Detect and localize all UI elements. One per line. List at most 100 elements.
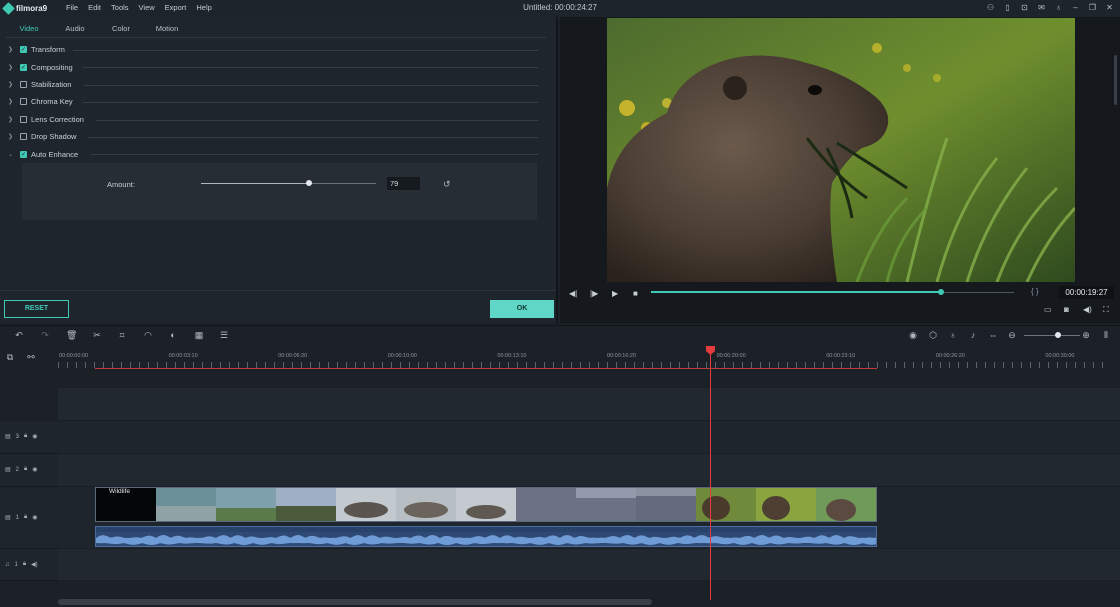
voiceover-icon[interactable]: ♁	[948, 330, 958, 340]
chevron-down-icon[interactable]: ⌄	[8, 151, 20, 158]
prev-frame-icon[interactable]: ◀|	[569, 289, 577, 298]
auto-enhance-settings	[22, 163, 537, 220]
eye-icon[interactable]: ◉	[32, 514, 37, 521]
audio-icon[interactable]: ♪	[968, 330, 978, 340]
audio-waveform[interactable]	[95, 526, 877, 547]
prop-auto-enhance[interactable]: ⌄ ✓ Auto Enhance	[8, 145, 538, 162]
reset-button[interactable]: RESET	[4, 300, 69, 318]
menu-edit[interactable]: Edit	[88, 3, 101, 12]
volume-icon[interactable]: ◀)	[1083, 305, 1092, 314]
add-track-icon[interactable]: ⧉	[5, 352, 15, 362]
lock-icon[interactable]: 🔒︎	[24, 466, 27, 473]
chevron-right-icon[interactable]: ❯	[8, 116, 20, 123]
marmot-video-frame	[607, 18, 1075, 282]
zoom-out-icon[interactable]: ⊖	[1007, 330, 1017, 340]
tab-video[interactable]: Video	[6, 22, 52, 38]
track-audio-1[interactable]	[58, 549, 1120, 581]
checkbox-lens-correction[interactable]	[20, 115, 27, 123]
video-track-icon: ▤	[5, 467, 11, 473]
redo-icon[interactable]: ↷	[40, 330, 50, 340]
snapshot-icon[interactable]: ◙	[1064, 305, 1069, 314]
crop-icon[interactable]: ⌗	[117, 330, 127, 340]
track-video-2[interactable]	[58, 454, 1120, 487]
menu-help[interactable]: Help	[196, 3, 211, 12]
reset-amount-icon[interactable]: ↺	[443, 179, 451, 190]
render-icon[interactable]: ◉	[908, 330, 918, 340]
divider	[83, 67, 538, 69]
delete-icon[interactable]: 🗑	[66, 330, 77, 340]
track-video-3[interactable]	[58, 421, 1120, 454]
zoom-slider[interactable]	[1024, 335, 1080, 336]
checkbox-transform[interactable]: ✓	[20, 46, 27, 54]
checkbox-drop-shadow[interactable]	[20, 133, 27, 141]
chevron-right-icon[interactable]: ❯	[8, 46, 20, 53]
eye-icon[interactable]: ◉	[32, 466, 37, 473]
fullscreen-icon[interactable]: ⛶	[1103, 305, 1109, 315]
zoom-handle[interactable]	[1055, 332, 1061, 338]
amount-input[interactable]: 79	[387, 177, 420, 190]
prop-stabilization[interactable]: ❯ Stabilization	[8, 76, 538, 93]
mail-icon[interactable]: ✉	[1037, 3, 1046, 12]
close-icon[interactable]: ✕	[1105, 3, 1114, 12]
lock-icon[interactable]: 🔒︎	[24, 514, 27, 521]
link-icon[interactable]: ⚯	[26, 352, 36, 362]
split-icon[interactable]: ✂	[92, 330, 102, 340]
menu-file[interactable]: File	[66, 3, 78, 12]
prop-drop-shadow[interactable]: ❯ Drop Shadow	[8, 128, 538, 145]
cart-icon[interactable]: ⊡	[1020, 3, 1029, 12]
chevron-right-icon[interactable]: ❯	[8, 133, 20, 140]
tab-color[interactable]: Color	[98, 22, 144, 38]
color-icon[interactable]: ◐	[168, 330, 178, 340]
amount-slider-handle[interactable]	[305, 180, 312, 186]
user-icon[interactable]: ⚇	[986, 3, 995, 12]
speaker-icon[interactable]: ◀)	[31, 561, 38, 568]
checkbox-compositing[interactable]: ✓	[20, 63, 27, 71]
columns-icon[interactable]: ⦀	[1101, 330, 1111, 340]
chevron-right-icon[interactable]: ❯	[8, 98, 20, 105]
ok-button[interactable]: OK	[490, 300, 554, 318]
maximize-icon[interactable]: ❐	[1088, 3, 1097, 12]
fit-icon[interactable]: ⇔	[988, 330, 998, 340]
eye-icon[interactable]: ◉	[32, 433, 37, 440]
preview-scrollbar[interactable]	[1114, 55, 1117, 105]
property-list: ❯ ✓ Transform ❯ ✓ Compositing ❯ Stabilization…	[8, 41, 538, 163]
ruler-label: 00:00:26:20	[935, 353, 965, 359]
chevron-right-icon[interactable]: ❯	[8, 81, 20, 88]
checkbox-chroma-key[interactable]	[20, 98, 27, 106]
speed-icon[interactable]: ◠	[143, 330, 153, 340]
prop-lens-correction[interactable]: ❯ Lens Correction	[8, 111, 538, 128]
divider	[88, 136, 538, 138]
track-number: 3	[15, 433, 20, 440]
prop-transform[interactable]: ❯ ✓ Transform	[8, 41, 538, 58]
marker-icon[interactable]: ⬡	[928, 330, 938, 340]
zoom-in-icon[interactable]: ⊕	[1081, 330, 1091, 340]
timeline-scrollbar[interactable]	[58, 599, 652, 605]
audio-mixer-icon[interactable]: ☰	[219, 330, 229, 340]
tab-motion[interactable]: Motion	[144, 22, 190, 38]
step-back-icon[interactable]: |▶	[590, 289, 598, 298]
menu-view[interactable]: View	[139, 3, 155, 12]
mic-icon[interactable]: ♁	[1054, 3, 1063, 12]
lock-icon[interactable]: 🔒︎	[23, 561, 26, 568]
playhead-line[interactable]	[710, 352, 711, 600]
video-clip[interactable]	[95, 487, 877, 522]
checkbox-auto-enhance[interactable]: ✓	[20, 150, 27, 158]
menu-export[interactable]: Export	[165, 3, 187, 12]
prop-chroma-key[interactable]: ❯ Chroma Key	[8, 93, 538, 110]
ruler-label: 00:00:23:10	[826, 353, 856, 359]
undo-icon[interactable]: ↶	[14, 330, 24, 340]
stop-icon[interactable]: ■	[633, 289, 638, 298]
green-screen-icon[interactable]: ▦	[194, 330, 204, 340]
minimize-icon[interactable]: –	[1071, 3, 1080, 12]
play-icon[interactable]: ▶	[612, 289, 618, 298]
chevron-right-icon[interactable]: ❯	[8, 64, 20, 71]
render-range	[95, 368, 877, 369]
mark-in-out[interactable]: { }	[1031, 287, 1039, 296]
lock-icon[interactable]: ▯	[1003, 3, 1012, 12]
lock-icon[interactable]: 🔒︎	[24, 433, 27, 440]
tab-audio[interactable]: Audio	[52, 22, 98, 38]
prop-compositing[interactable]: ❯ ✓ Compositing	[8, 58, 538, 75]
checkbox-stabilization[interactable]	[20, 80, 27, 88]
display-icon[interactable]: ▭	[1044, 305, 1052, 314]
menu-tools[interactable]: Tools	[111, 3, 129, 12]
